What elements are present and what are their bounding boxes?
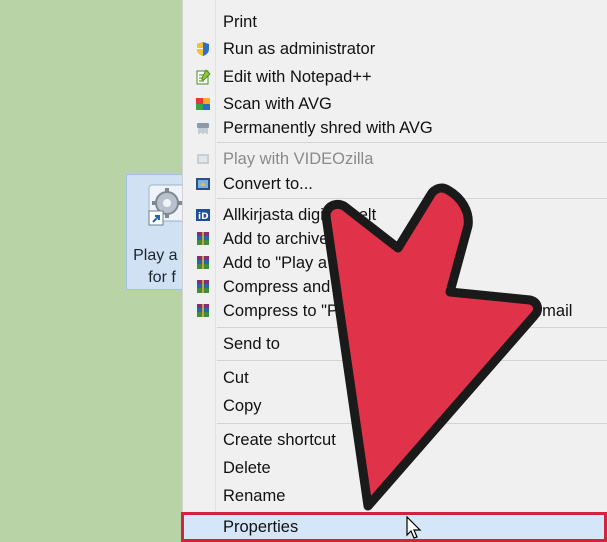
videozilla-icon <box>197 154 209 164</box>
menu-separator <box>217 360 607 361</box>
menu-item-label: Add to archive... <box>223 229 343 248</box>
menu-item-label: Permanently shred with AVG <box>223 118 433 137</box>
menu-separator <box>217 327 607 328</box>
menu-item-create-shortcut[interactable]: Create shortcut <box>183 428 607 452</box>
menu-item-label: Scan with AVG <box>223 94 332 113</box>
menu-item-label: Rename <box>223 486 286 505</box>
winrar-icon <box>197 256 209 269</box>
menu-item-add-to-named-archive[interactable]: Add to "Play a for <box>183 251 607 275</box>
menu-item-shred-avg[interactable]: Permanently shred with AVG <box>183 116 607 140</box>
menu-item-label: Edit with Notepad++ <box>223 67 372 86</box>
menu-item-label: Send to <box>223 334 280 353</box>
winrar-icon <box>197 232 209 245</box>
menu-item-print[interactable]: Print <box>183 10 607 34</box>
menu-item-label: Print <box>223 12 257 31</box>
convert-icon <box>196 178 210 190</box>
svg-text:iD: iD <box>198 212 209 222</box>
menu-item-allkirjasta[interactable]: iD Allkirjasta digitaalselt <box>183 203 607 227</box>
winrar-icon <box>197 304 209 317</box>
menu-item-delete[interactable]: Delete <box>183 456 607 480</box>
menu-separator <box>217 198 607 199</box>
menu-item-scan-avg[interactable]: Scan with AVG <box>183 92 607 116</box>
menu-separator <box>217 142 607 143</box>
menu-item-copy[interactable]: Copy <box>183 394 607 418</box>
menu-item-label: Convert to... <box>223 174 313 193</box>
menu-item-compress-to-and-email[interactable]: Compress to "P email <box>183 299 607 323</box>
menu-item-convert-to[interactable]: Convert to... <box>183 172 607 196</box>
menu-item-label: Delete <box>223 458 271 477</box>
menu-item-send-to[interactable]: Send to <box>183 332 607 356</box>
menu-item-compress-and-email[interactable]: Compress and <box>183 275 607 299</box>
menu-item-label: Play with VIDEOzilla <box>223 149 374 168</box>
menu-item-label: Run as administrator <box>223 39 376 58</box>
menu-item-edit-notepadpp[interactable]: Edit with Notepad++ <box>183 65 607 89</box>
menu-item-label: Create shortcut <box>223 430 336 449</box>
menu-item-label-suffix: for <box>393 253 413 272</box>
shredder-icon <box>197 123 209 134</box>
notepadpp-icon <box>196 69 211 85</box>
menu-item-add-to-archive[interactable]: Add to archive... <box>183 227 607 251</box>
menu-item-play-videozilla: Play with VIDEOzilla <box>183 147 607 171</box>
menu-item-run-as-administrator[interactable]: Run as administrator <box>183 37 607 61</box>
menu-item-label: Properties <box>223 517 299 536</box>
menu-item-label-suffix: email <box>533 301 573 320</box>
menu-item-label: Add to "Play a <box>223 253 328 272</box>
menu-separator <box>217 423 607 424</box>
uac-shield-icon <box>197 42 209 56</box>
menu-item-label: Compress and <box>223 277 331 296</box>
id-card-icon: iD <box>196 209 210 222</box>
context-menu: Print Run as administrator Edit with Not… <box>181 0 607 542</box>
avg-icon <box>196 98 210 110</box>
menu-item-properties[interactable]: Properties <box>181 512 607 542</box>
menu-item-label: Copy <box>223 396 262 415</box>
gear-shortcut-icon <box>148 184 186 226</box>
menu-item-label: Cut <box>223 368 249 387</box>
menu-item-cut[interactable]: Cut <box>183 366 607 390</box>
menu-item-label: Compress to "P <box>223 301 338 320</box>
mouse-cursor-icon <box>406 516 422 539</box>
menu-item-rename[interactable]: Rename <box>183 484 607 508</box>
menu-item-label: Allkirjasta digitaalselt <box>223 205 377 224</box>
winrar-icon <box>197 280 209 293</box>
